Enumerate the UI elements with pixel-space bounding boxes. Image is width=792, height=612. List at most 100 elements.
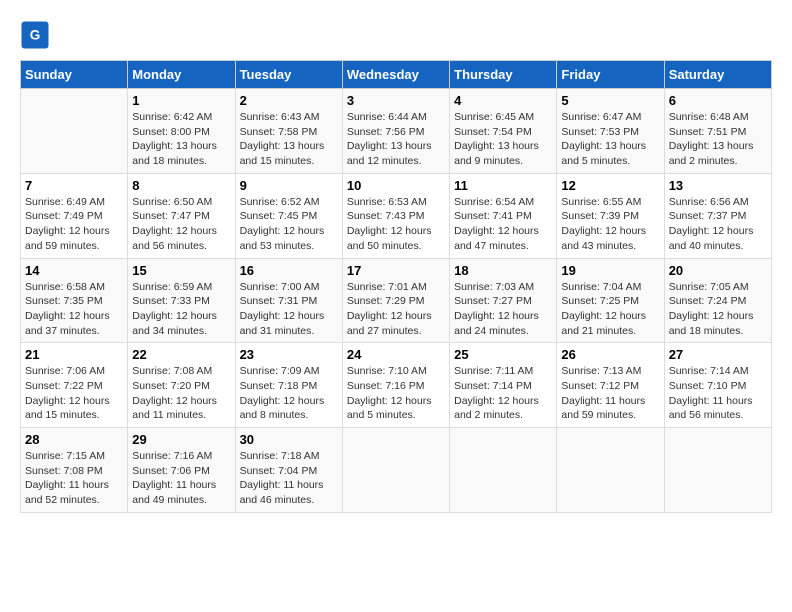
day-number: 29 [132,432,230,447]
day-info: Sunrise: 7:01 AMSunset: 7:29 PMDaylight:… [347,280,445,339]
day-info: Sunrise: 6:43 AMSunset: 7:58 PMDaylight:… [240,110,338,169]
logo-icon: G [20,20,50,50]
calendar-cell: 19Sunrise: 7:04 AMSunset: 7:25 PMDayligh… [557,258,664,343]
day-number: 10 [347,178,445,193]
day-info: Sunrise: 6:42 AMSunset: 8:00 PMDaylight:… [132,110,230,169]
day-info: Sunrise: 7:14 AMSunset: 7:10 PMDaylight:… [669,364,767,423]
day-number: 15 [132,263,230,278]
calendar-header-row: SundayMondayTuesdayWednesdayThursdayFrid… [21,61,772,89]
calendar-cell: 30Sunrise: 7:18 AMSunset: 7:04 PMDayligh… [235,428,342,513]
day-number: 21 [25,347,123,362]
day-number: 17 [347,263,445,278]
day-info: Sunrise: 6:54 AMSunset: 7:41 PMDaylight:… [454,195,552,254]
svg-text:G: G [30,28,41,43]
calendar-cell: 26 Sunrise: 7:13 AMSunset: 7:12 PMDayligh… [557,343,664,428]
calendar-week-row: 14 Sunrise: 6:58 AMSunset: 7:35 PMDayligh… [21,258,772,343]
calendar-table: SundayMondayTuesdayWednesdayThursdayFrid… [20,60,772,513]
day-info: Sunrise: 7:09 AMSunset: 7:18 PMDaylight:… [240,364,338,423]
day-info: Sunrise: 7:10 AMSunset: 7:16 PMDaylight:… [347,364,445,423]
day-info: Sunrise: 7:16 AMSunset: 7:06 PMDaylight:… [132,449,230,508]
header-wednesday: Wednesday [342,61,449,89]
day-info: Sunrise: 6:48 AMSunset: 7:51 PMDaylight:… [669,110,767,169]
calendar-cell: 12Sunrise: 6:55 AMSunset: 7:39 PMDayligh… [557,173,664,258]
calendar-week-row: 21 Sunrise: 7:06 AMSunset: 7:22 PMDayligh… [21,343,772,428]
day-number: 18 [454,263,552,278]
day-number: 3 [347,93,445,108]
calendar-cell: 1 Sunrise: 6:42 AMSunset: 8:00 PMDaylight… [128,89,235,174]
calendar-cell: 17 Sunrise: 7:01 AMSunset: 7:29 PMDayligh… [342,258,449,343]
header-sunday: Sunday [21,61,128,89]
day-info: Sunrise: 7:13 AMSunset: 7:12 PMDaylight:… [561,364,659,423]
calendar-cell: 25 Sunrise: 7:11 AMSunset: 7:14 PMDayligh… [450,343,557,428]
calendar-cell: 7 Sunrise: 6:49 AMSunset: 7:49 PMDaylight… [21,173,128,258]
calendar-cell [342,428,449,513]
header-thursday: Thursday [450,61,557,89]
day-info: Sunrise: 6:59 AMSunset: 7:33 PMDaylight:… [132,280,230,339]
calendar-cell: 29 Sunrise: 7:16 AMSunset: 7:06 PMDayligh… [128,428,235,513]
day-number: 23 [240,347,338,362]
day-info: Sunrise: 7:06 AMSunset: 7:22 PMDaylight:… [25,364,123,423]
calendar-cell: 14 Sunrise: 6:58 AMSunset: 7:35 PMDayligh… [21,258,128,343]
day-number: 14 [25,263,123,278]
day-info: Sunrise: 6:56 AMSunset: 7:37 PMDaylight:… [669,195,767,254]
calendar-cell: 11 Sunrise: 6:54 AMSunset: 7:41 PMDayligh… [450,173,557,258]
calendar-cell: 18 Sunrise: 7:03 AMSunset: 7:27 PMDayligh… [450,258,557,343]
calendar-cell: 8 Sunrise: 6:50 AMSunset: 7:47 PMDaylight… [128,173,235,258]
calendar-cell: 23 Sunrise: 7:09 AMSunset: 7:18 PMDayligh… [235,343,342,428]
day-info: Sunrise: 7:04 AMSunset: 7:25 PMDaylight:… [561,280,659,339]
day-info: Sunrise: 7:11 AMSunset: 7:14 PMDaylight:… [454,364,552,423]
day-number: 20 [669,263,767,278]
calendar-cell: 4 Sunrise: 6:45 AMSunset: 7:54 PMDaylight… [450,89,557,174]
header-tuesday: Tuesday [235,61,342,89]
day-info: Sunrise: 6:53 AMSunset: 7:43 PMDaylight:… [347,195,445,254]
header-monday: Monday [128,61,235,89]
calendar-cell [21,89,128,174]
page-header: G [20,20,772,50]
day-number: 4 [454,93,552,108]
day-info: Sunrise: 6:44 AMSunset: 7:56 PMDaylight:… [347,110,445,169]
day-number: 16 [240,263,338,278]
day-number: 25 [454,347,552,362]
calendar-cell: 6 Sunrise: 6:48 AMSunset: 7:51 PMDaylight… [664,89,771,174]
calendar-cell: 27 Sunrise: 7:14 AMSunset: 7:10 PMDayligh… [664,343,771,428]
logo: G [20,20,54,50]
day-info: Sunrise: 6:49 AMSunset: 7:49 PMDaylight:… [25,195,123,254]
calendar-cell: 21 Sunrise: 7:06 AMSunset: 7:22 PMDayligh… [21,343,128,428]
day-info: Sunrise: 7:15 AMSunset: 7:08 PMDaylight:… [25,449,123,508]
day-info: Sunrise: 7:00 AMSunset: 7:31 PMDaylight:… [240,280,338,339]
day-number: 7 [25,178,123,193]
header-saturday: Saturday [664,61,771,89]
day-number: 9 [240,178,338,193]
day-number: 2 [240,93,338,108]
day-info: Sunrise: 7:03 AMSunset: 7:27 PMDaylight:… [454,280,552,339]
calendar-cell: 24 Sunrise: 7:10 AMSunset: 7:16 PMDayligh… [342,343,449,428]
day-number: 8 [132,178,230,193]
day-number: 27 [669,347,767,362]
day-info: Sunrise: 6:47 AMSunset: 7:53 PMDaylight:… [561,110,659,169]
calendar-cell [664,428,771,513]
day-number: 28 [25,432,123,447]
day-number: 6 [669,93,767,108]
calendar-cell: 20 Sunrise: 7:05 AMSunset: 7:24 PMDayligh… [664,258,771,343]
day-info: Sunrise: 7:05 AMSunset: 7:24 PMDaylight:… [669,280,767,339]
day-number: 1 [132,93,230,108]
day-number: 5 [561,93,659,108]
day-number: 22 [132,347,230,362]
calendar-cell: 5 Sunrise: 6:47 AMSunset: 7:53 PMDaylight… [557,89,664,174]
calendar-cell: 15 Sunrise: 6:59 AMSunset: 7:33 PMDayligh… [128,258,235,343]
day-info: Sunrise: 7:18 AMSunset: 7:04 PMDaylight:… [240,449,338,508]
calendar-cell: 10 Sunrise: 6:53 AMSunset: 7:43 PMDayligh… [342,173,449,258]
day-number: 26 [561,347,659,362]
calendar-cell: 9Sunrise: 6:52 AMSunset: 7:45 PMDaylight… [235,173,342,258]
day-info: Sunrise: 6:45 AMSunset: 7:54 PMDaylight:… [454,110,552,169]
day-info: Sunrise: 6:58 AMSunset: 7:35 PMDaylight:… [25,280,123,339]
calendar-cell: 3 Sunrise: 6:44 AMSunset: 7:56 PMDaylight… [342,89,449,174]
day-number: 13 [669,178,767,193]
day-number: 24 [347,347,445,362]
day-info: Sunrise: 7:08 AMSunset: 7:20 PMDaylight:… [132,364,230,423]
calendar-cell: 2 Sunrise: 6:43 AMSunset: 7:58 PMDaylight… [235,89,342,174]
day-number: 11 [454,178,552,193]
calendar-cell [557,428,664,513]
day-info: Sunrise: 6:50 AMSunset: 7:47 PMDaylight:… [132,195,230,254]
calendar-cell [450,428,557,513]
